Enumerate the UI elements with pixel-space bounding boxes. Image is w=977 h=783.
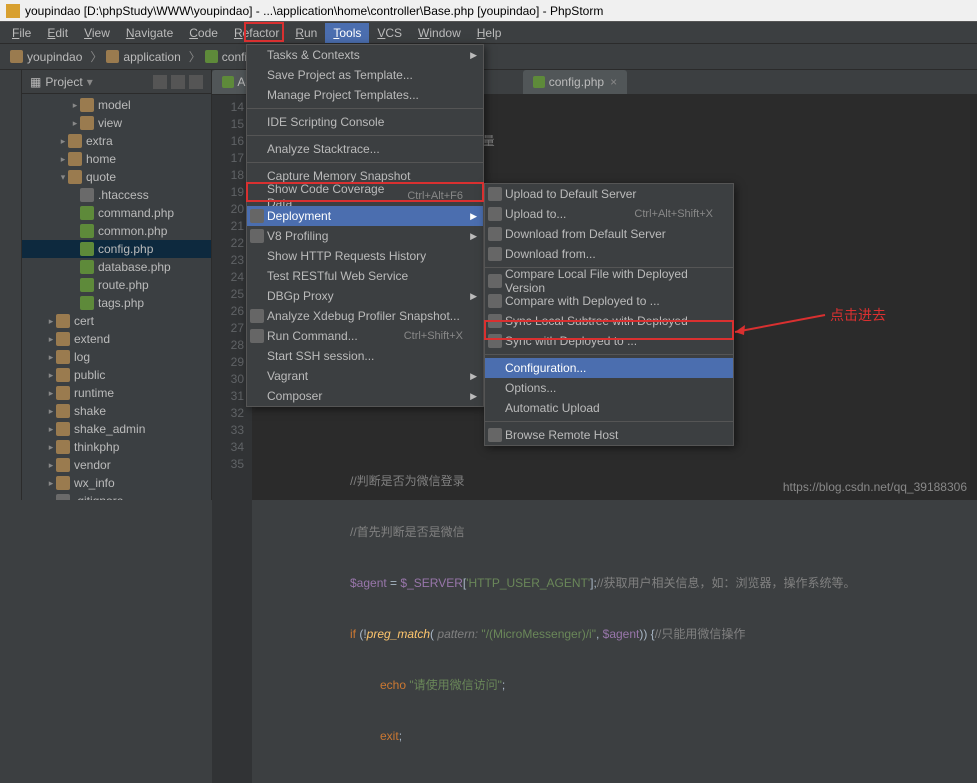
- close-icon[interactable]: ×: [610, 75, 617, 89]
- menu-item[interactable]: Composer▶: [247, 386, 483, 406]
- watermark: https://blog.csdn.net/qq_39188306: [783, 480, 967, 494]
- menu-code[interactable]: Code: [181, 23, 226, 43]
- tree-item-thinkphp[interactable]: ▸thinkphp: [22, 438, 211, 456]
- tools-menu-dropdown[interactable]: Tasks & Contexts▶Save Project as Templat…: [246, 44, 484, 407]
- tree-item-extra[interactable]: ▸extra: [22, 132, 211, 150]
- breadcrumb-sep: 〉: [90, 48, 102, 65]
- menu-window[interactable]: Window: [410, 23, 469, 43]
- gear-icon[interactable]: [171, 75, 185, 89]
- menu-item[interactable]: Start SSH session...: [247, 346, 483, 366]
- menubar: FileEditViewNavigateCodeRefactorRunTools…: [0, 22, 977, 44]
- menu-vcs[interactable]: VCS: [369, 23, 410, 43]
- editor-tab[interactable]: config.php×: [523, 70, 627, 94]
- menu-edit[interactable]: Edit: [39, 23, 76, 43]
- menu-tools[interactable]: Tools: [325, 23, 369, 43]
- menu-item[interactable]: Manage Project Templates...: [247, 85, 483, 105]
- php-file-icon: [222, 76, 234, 88]
- sidebar-header: ▦ Project ▾: [22, 70, 211, 94]
- window-title: youpindao [D:\phpStudy\WWW\youpindao] - …: [25, 4, 603, 18]
- breadcrumb-sep: 〉: [189, 48, 201, 65]
- hide-icon[interactable]: [189, 75, 203, 89]
- breadcrumb-bar: youpindao 〉 application 〉 config.php: [0, 44, 977, 70]
- menu-item[interactable]: DBGp Proxy▶: [247, 286, 483, 306]
- folder-icon: [106, 50, 119, 63]
- menu-item[interactable]: Download from Default Server: [485, 224, 733, 244]
- tree-item--gitignore[interactable]: .gitignore: [22, 492, 211, 500]
- tree-item-database-php[interactable]: database.php: [22, 258, 211, 276]
- tree-item-common-php[interactable]: common.php: [22, 222, 211, 240]
- menu-item[interactable]: Upload to Default Server: [485, 184, 733, 204]
- tree-item-shake[interactable]: ▸shake: [22, 402, 211, 420]
- tree-item-view[interactable]: ▸view: [22, 114, 211, 132]
- tool-window-bar[interactable]: [0, 70, 22, 500]
- tree-item-model[interactable]: ▸model: [22, 96, 211, 114]
- tree-item-wx_info[interactable]: ▸wx_info: [22, 474, 211, 492]
- menu-item[interactable]: Sync with Deployed to ...: [485, 331, 733, 351]
- menu-run[interactable]: Run: [287, 23, 325, 43]
- tree-item-runtime[interactable]: ▸runtime: [22, 384, 211, 402]
- menu-item[interactable]: Deployment▶: [247, 206, 483, 226]
- menu-item[interactable]: Sync Local Subtree with Deployed: [485, 311, 733, 331]
- folder-icon: [10, 50, 23, 63]
- menu-item[interactable]: Show Code Coverage DataCtrl+Alt+F6: [247, 186, 483, 206]
- tree-item-extend[interactable]: ▸extend: [22, 330, 211, 348]
- collapse-icon[interactable]: [153, 75, 167, 89]
- tree-item-vendor[interactable]: ▸vendor: [22, 456, 211, 474]
- titlebar: youpindao [D:\phpStudy\WWW\youpindao] - …: [0, 0, 977, 22]
- tree-item-home[interactable]: ▸home: [22, 150, 211, 168]
- tree-item-log[interactable]: ▸log: [22, 348, 211, 366]
- deployment-submenu[interactable]: Upload to Default ServerUpload to...Ctrl…: [484, 183, 734, 446]
- menu-item[interactable]: Browse Remote Host: [485, 425, 733, 445]
- menu-item[interactable]: Analyze Xdebug Profiler Snapshot...: [247, 306, 483, 326]
- menu-item[interactable]: Tasks & Contexts▶: [247, 45, 483, 65]
- tree-item--htaccess[interactable]: .htaccess: [22, 186, 211, 204]
- tree-item-quote[interactable]: ▾quote: [22, 168, 211, 186]
- menu-item[interactable]: Analyze Stacktrace...: [247, 139, 483, 159]
- menu-item[interactable]: Save Project as Template...: [247, 65, 483, 85]
- menu-help[interactable]: Help: [469, 23, 510, 43]
- menu-view[interactable]: View: [76, 23, 118, 43]
- menu-refactor[interactable]: Refactor: [226, 23, 287, 43]
- project-sidebar: ▦ Project ▾ ▸model▸view▸extra▸home▾quote…: [22, 70, 212, 500]
- tree-item-shake_admin[interactable]: ▸shake_admin: [22, 420, 211, 438]
- menu-item[interactable]: Compare with Deployed to ...: [485, 291, 733, 311]
- menu-item[interactable]: Run Command...Ctrl+Shift+X: [247, 326, 483, 346]
- code-comment: //定义常量: [440, 133, 969, 150]
- php-file-icon: [205, 50, 218, 63]
- menu-item[interactable]: Download from...: [485, 244, 733, 264]
- menu-item[interactable]: Vagrant▶: [247, 366, 483, 386]
- menu-item[interactable]: Automatic Upload: [485, 398, 733, 418]
- tree-item-cert[interactable]: ▸cert: [22, 312, 211, 330]
- tree-item-config-php[interactable]: config.php: [22, 240, 211, 258]
- annotation-text: 点击进去: [830, 305, 886, 325]
- menu-item[interactable]: Configuration...: [485, 358, 733, 378]
- menu-navigate[interactable]: Navigate: [118, 23, 181, 43]
- tree-item-tags-php[interactable]: tags.php: [22, 294, 211, 312]
- menu-item[interactable]: V8 Profiling▶: [247, 226, 483, 246]
- breadcrumb-item[interactable]: application: [106, 50, 180, 64]
- menu-item[interactable]: Options...: [485, 378, 733, 398]
- php-file-icon: [533, 76, 545, 88]
- breadcrumb-item[interactable]: youpindao: [10, 50, 82, 64]
- sidebar-title: Project: [45, 75, 82, 89]
- menu-item[interactable]: Upload to...Ctrl+Alt+Shift+X: [485, 204, 733, 224]
- tree-item-public[interactable]: ▸public: [22, 366, 211, 384]
- menu-item[interactable]: Test RESTful Web Service: [247, 266, 483, 286]
- menu-item[interactable]: IDE Scripting Console: [247, 112, 483, 132]
- project-tree[interactable]: ▸model▸view▸extra▸home▾quote.htaccesscom…: [22, 94, 211, 500]
- annotation-arrow: [730, 310, 830, 340]
- menu-item[interactable]: Compare Local File with Deployed Version: [485, 271, 733, 291]
- app-icon: [6, 4, 20, 18]
- menu-item[interactable]: Show HTTP Requests History: [247, 246, 483, 266]
- tree-item-route-php[interactable]: route.php: [22, 276, 211, 294]
- tree-item-command-php[interactable]: command.php: [22, 204, 211, 222]
- menu-file[interactable]: File: [4, 23, 39, 43]
